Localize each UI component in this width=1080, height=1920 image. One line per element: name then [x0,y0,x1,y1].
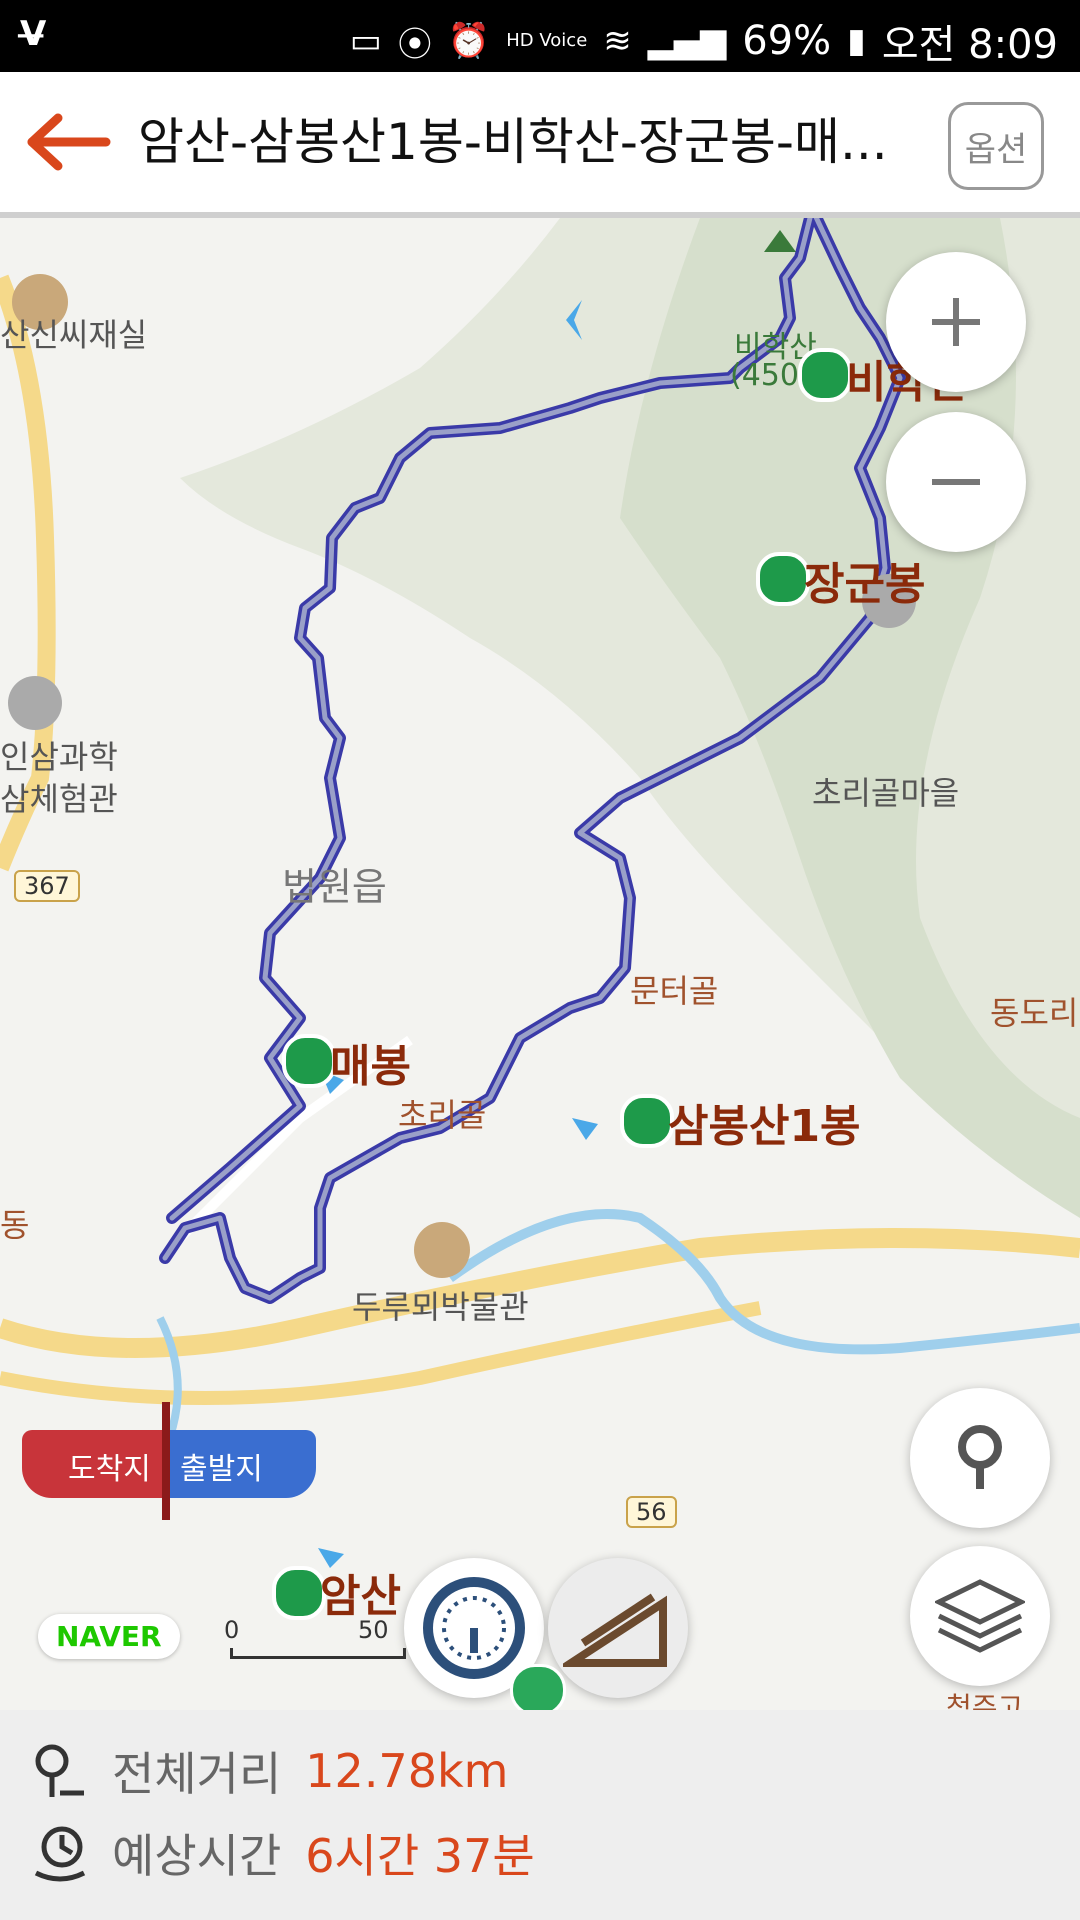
peak-marker-icon[interactable] [272,1566,326,1620]
peak-label: 매봉 [330,1041,411,1092]
location-icon: ⦿ [397,24,432,65]
peak-label: 삼봉산1봉 [668,1101,861,1152]
place-label: 초리골마을 [812,774,960,812]
peak-label: 암산 [320,1571,401,1622]
scale-label-0: 0 [224,1616,240,1644]
status-icons: ▭ ⦿ ⏰ HD Voice ≋ ▂▄▆ 69% ▮ 오전 8:09 [350,12,1058,70]
distance-pin-icon [35,1744,84,1797]
time-label: 예상시간 [112,1829,282,1883]
road-shield-56: 56 [626,1496,677,1528]
time-value: 6시간 37분 [305,1829,535,1883]
poi-icon [8,676,62,730]
status-bar: V̶ ▭ ⦿ ⏰ HD Voice ≋ ▂▄▆ 69% ▮ 오전 8:09 [0,0,1080,72]
minus-icon [932,479,980,485]
app-notification-icon: V̶ [20,14,47,54]
peak-marker-icon[interactable] [282,1034,336,1088]
place-label: 문터골 [630,972,719,1010]
clock-icon [34,1826,86,1882]
slope-icon [563,1593,667,1667]
layers-button[interactable] [910,1546,1050,1686]
speedometer-icon [423,1577,525,1679]
elevation-profile-button[interactable] [548,1558,688,1698]
battery-percent: 69% [742,18,832,64]
town-label: 법원읍 [282,865,387,909]
peak-marker-icon[interactable] [756,552,810,606]
place-label: 초리골 [398,1096,487,1134]
back-button[interactable] [22,112,112,172]
distance-value: 12.78km [305,1744,509,1798]
place-label: 인삼과학 [0,738,118,776]
my-location-button[interactable] [910,1388,1050,1528]
direction-arrow [572,1118,598,1140]
naver-logo: NAVER [38,1614,180,1659]
back-arrow-icon [27,113,111,171]
option-button[interactable]: 옵션 [948,102,1044,190]
start-flag-label: 출발지 [180,1452,263,1487]
scale-label-50: 50 [358,1616,389,1644]
wifi-icon: ≋ [603,21,632,61]
layers-icon [935,1579,1025,1653]
distance-label: 전체거리 [112,1747,282,1801]
cast-icon: ▭ [349,21,382,61]
peak-label: 장군봉 [804,559,926,610]
page-title: 암산-삼봉산1봉-비학산-장군봉-매... [138,113,888,171]
battery-icon: ▮ [847,21,866,61]
museum-icon [414,1222,470,1278]
place-label: 동도리 [990,994,1079,1032]
end-flag-label: 도착지 [68,1452,151,1487]
place-label: 삼체험관 [0,780,118,818]
flag-pole [162,1402,170,1520]
zoom-in-button[interactable] [886,252,1026,392]
place-label: 청주고 [946,1691,1024,1710]
place-label: 동 [0,1206,30,1244]
place-label: 두루뫼박물관 [352,1288,529,1326]
alarm-icon: ⏰ [447,21,491,61]
hd-voice-icon: HD Voice [506,30,588,51]
road-shield-367: 367 [14,870,80,902]
signal-icon: ▂▄▆ [647,21,727,61]
plus-icon [932,298,980,346]
location-pin-icon [958,1425,1002,1489]
map-view[interactable]: 산신씨재실 인삼과학 삼체험관 초리골마을 법원읍 문터골 동도리 초리골 두루… [0,218,1080,1710]
app-bar: 암산-삼봉산1봉-비학산-장군봉-매... 옵션 [0,72,1080,218]
scale-bar [230,1648,406,1659]
place-label: 산신씨재실 [0,316,148,354]
peak-marker-icon[interactable] [798,348,852,402]
route-summary: 전체거리 12.78km 예상시간 6시간 37분 [0,1710,1080,1920]
green-poi-icon [510,1664,566,1710]
peak-marker-icon[interactable] [620,1094,674,1148]
zoom-out-button[interactable] [886,412,1026,552]
clock: 오전 8:09 [881,22,1058,68]
